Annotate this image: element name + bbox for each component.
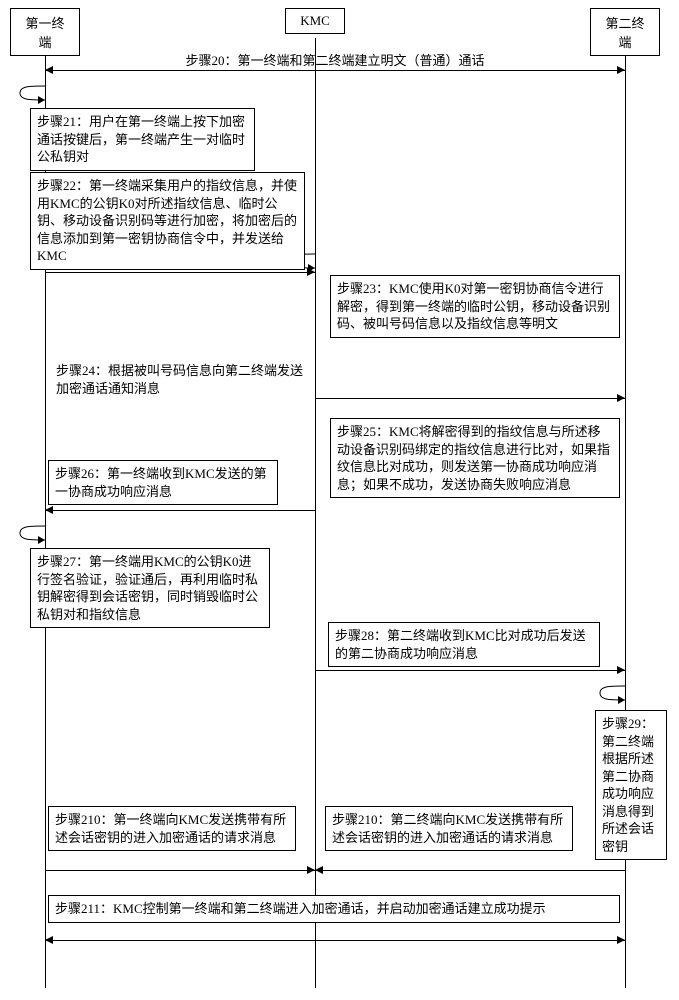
step-28-arrow [315,670,625,671]
self-loop-icon [15,82,45,104]
arrow-head-icon [617,666,625,674]
step-210b-arrow [315,870,625,871]
step-21-box: 步骤21：用户在第一终端上按下加密通话按键后，第一终端产生一对临时公私钥对 [30,108,255,171]
step-27-box: 步骤27：第一终端用KMC的公钥K0进行签名验证，验证通后，再利用临时私钥解密得… [30,548,270,628]
sequence-diagram: 第一终端 KMC 第二终端 步骤20：第一终端和第二终端建立明文（普通）通话 步… [0,0,679,1000]
step-23-box: 步骤23：KMC使用K0对第一密钥协商信令进行解密，得到第一终端的临时公钥，移动… [330,275,620,338]
participant-kmc: KMC [285,8,345,34]
step-210a-box: 步骤210：第一终端向KMC发送携带有所述会话密钥的进入加密通话的请求消息 [48,806,296,851]
arrow-head-icon [617,936,625,944]
arrow-head-icon [45,506,53,514]
step-20-arrow [45,70,625,71]
arrow-head-icon [617,394,625,402]
step-24-arrow [315,398,625,399]
step-24-label: 步骤24：根据被叫号码信息向第二终端发送加密通话通知消息 [50,358,310,401]
step-20-label: 步骤20：第一终端和第二终端建立明文（普通）通话 [115,50,555,69]
arrow-head-icon [45,66,53,74]
step-26-arrow [45,510,315,511]
arrow-head-icon [45,936,53,944]
step-211-arrow [45,940,625,941]
step-210b-box: 步骤210：第二终端向KMC发送携带有所述会话密钥的进入加密通话的请求消息 [325,806,573,851]
step-22-arrow [45,272,315,273]
self-loop-icon [15,522,45,544]
step-22-box: 步骤22：第一终端采集用户的指纹信息，并使用KMC的公钥K0对所述指纹信息、临时… [30,172,305,270]
step-28-box: 步骤28：第二终端收到KMC比对成功后发送的第二协商成功响应消息 [328,622,600,667]
arrow-head-icon [307,268,315,276]
step-26-box: 步骤26：第一终端收到KMC发送的第一协商成功响应消息 [48,460,278,505]
step-29-box: 步骤29：第二终端根据所述第二协商成功响应消息得到所述会话密钥 [595,710,667,860]
arrow-head-icon [315,866,323,874]
step-211-box: 步骤211：KMC控制第一终端和第二终端进入加密通话，并启动加密通话建立成功提示 [48,895,620,923]
step-210a-arrow [45,870,315,871]
participant-terminal2: 第二终端 [590,8,660,56]
self-loop-icon [595,682,625,704]
arrow-head-icon [617,66,625,74]
participant-terminal1: 第一终端 [10,8,80,56]
step-25-box: 步骤25：KMC将解密得到的指纹信息与所述移动设备识别码绑定的指纹信息进行比对，… [330,418,620,498]
lifeline-kmc [315,38,316,988]
arrow-head-icon [307,866,315,874]
